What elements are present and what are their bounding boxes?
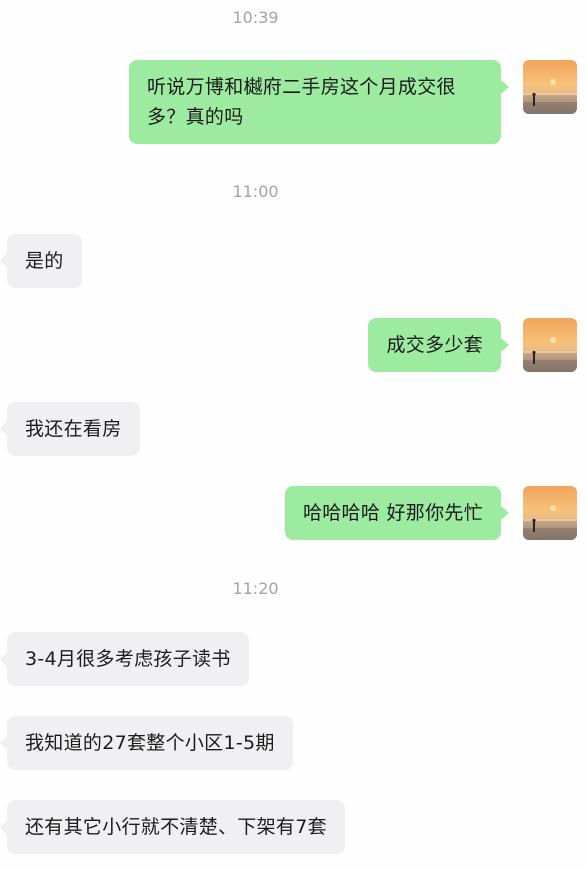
timestamp: 11:20: [232, 579, 279, 598]
message-incoming[interactable]: 是的: [0, 234, 82, 288]
message-outgoing[interactable]: 听说万博和樾府二手房这个月成交很多？真的吗: [129, 60, 509, 144]
sunset-beach-avatar-icon[interactable]: [523, 318, 577, 372]
sunset-beach-avatar-icon[interactable]: [523, 60, 577, 114]
timestamp: 11:00: [232, 182, 279, 201]
message-outgoing[interactable]: 哈哈哈哈 好那你先忙: [284, 486, 510, 540]
message-incoming[interactable]: 我知道的27套整个小区1-5期: [0, 716, 293, 770]
message-outgoing[interactable]: 成交多少套: [368, 318, 509, 372]
message-incoming[interactable]: 我还在看房: [0, 402, 140, 456]
timestamp: 10:39: [232, 8, 279, 27]
message-incoming[interactable]: 3-4月很多考虑孩子读书: [0, 632, 249, 686]
chat-window[interactable]: 10:39 听说万博和樾府二手房这个月成交很多？真的吗 11:00 是的 成交多…: [0, 0, 587, 869]
sunset-beach-avatar-icon[interactable]: [523, 486, 577, 540]
message-incoming[interactable]: 还有其它小行就不清楚、下架有7套: [0, 800, 345, 854]
